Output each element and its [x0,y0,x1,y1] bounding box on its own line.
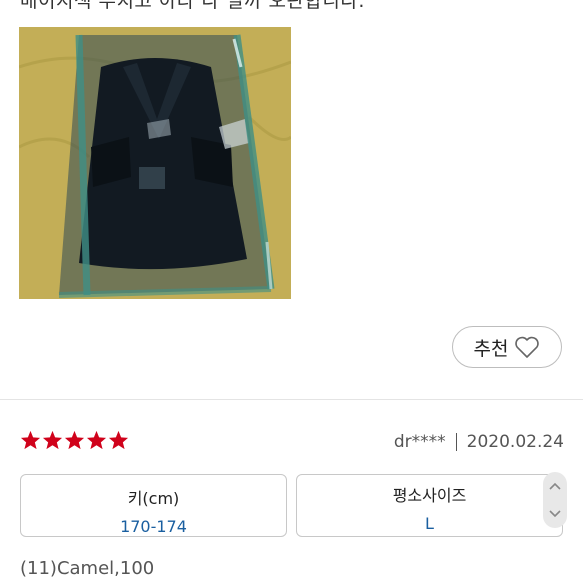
review-author: dr**** [393,432,446,452]
usual-size-label: 평소사이즈 [392,486,467,505]
scroll-control[interactable] [543,472,567,528]
review-photo[interactable] [19,27,291,299]
star-icon [64,430,85,450]
star-icon [108,430,129,450]
recommend-label: 추천 [473,337,509,360]
meta-separator [455,433,457,451]
review-divider [0,399,583,400]
star-icon [42,430,63,450]
star-icon [20,430,41,450]
height-label: 키(cm) [127,489,180,508]
star-rating [20,430,129,450]
heart-outline-icon [515,336,540,358]
review-text-partial: 배이지색 부치고 아라 다 일까 오판합니다. [20,0,365,12]
usual-size-value: L [425,514,434,533]
purchased-option: (11)Camel,100 [20,558,155,579]
review-meta: dr**** 2020.02.24 [394,432,564,452]
review-date: 2020.02.24 [466,432,564,452]
chevron-up-icon[interactable] [549,482,561,490]
height-value: 170-174 [120,517,187,536]
chevron-down-icon[interactable] [549,510,561,518]
review-photo-image [19,27,291,299]
usual-size-info-box: 평소사이즈 L [296,474,563,537]
recommend-button[interactable]: 추천 [452,326,562,368]
star-icon [86,430,107,450]
height-info-box: 키(cm) 170-174 [20,474,287,537]
